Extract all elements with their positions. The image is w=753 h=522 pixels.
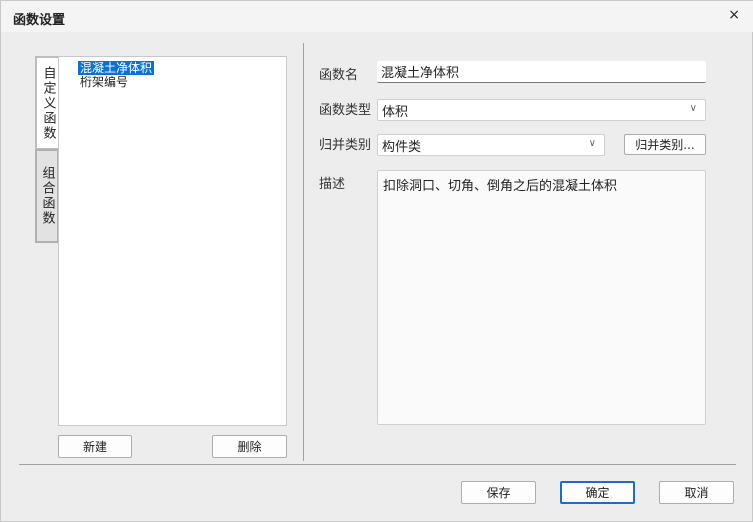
tab-combined-functions[interactable]: 组合函数 [35, 149, 59, 243]
horizontal-divider [19, 464, 736, 465]
desc-textarea[interactable]: 扣除洞口、切角、倒角之后的混凝土体积 [377, 170, 706, 425]
category-select[interactable]: 构件类 ∨ [377, 134, 605, 156]
vertical-divider [303, 43, 304, 461]
chevron-down-icon: ∨ [588, 138, 596, 149]
name-label: 函数名 [319, 68, 359, 83]
category-value: 构件类 [382, 139, 422, 155]
delete-button[interactable]: 删除 [212, 435, 287, 458]
title-bar [1, 1, 753, 32]
close-icon[interactable]: × [728, 7, 740, 23]
ok-button[interactable]: 确定 [560, 481, 635, 504]
save-button[interactable]: 保存 [461, 481, 536, 504]
tab-custom-functions[interactable]: 自定义函数 [35, 56, 59, 150]
new-button[interactable]: 新建 [58, 435, 132, 458]
name-input[interactable]: 混凝土净体积 [377, 61, 706, 83]
type-select[interactable]: 体积 ∨ [377, 99, 706, 121]
type-value: 体积 [382, 104, 409, 120]
category-button[interactable]: 归并类别... [624, 134, 706, 155]
function-list[interactable]: 混凝土净体积 桁架编号 [58, 56, 287, 426]
chevron-down-icon: ∨ [689, 103, 697, 114]
window-title: 函数设置 [13, 13, 66, 28]
category-label: 归并类别 [319, 138, 372, 153]
list-item[interactable]: 桁架编号 [78, 75, 130, 89]
desc-label: 描述 [319, 177, 346, 192]
type-label: 函数类型 [319, 103, 372, 118]
cancel-button[interactable]: 取消 [659, 481, 734, 504]
list-item[interactable]: 混凝土净体积 [78, 61, 155, 75]
